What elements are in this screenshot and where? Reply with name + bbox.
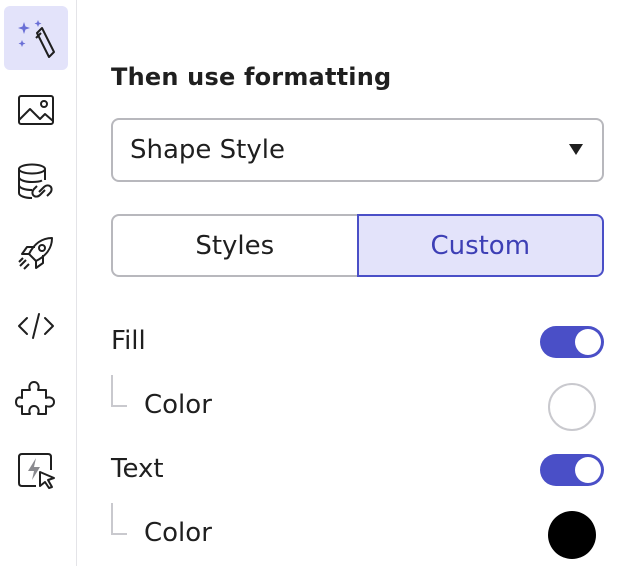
style-select-value: Shape Style (130, 135, 285, 165)
fill-color-swatch[interactable] (548, 383, 596, 431)
tree-connector (111, 503, 127, 535)
fill-label: Fill (111, 326, 146, 356)
sidebar-item-code[interactable] (4, 294, 68, 358)
segment-custom[interactable]: Custom (356, 214, 604, 277)
tree-connector (111, 375, 127, 407)
text-toggle[interactable] (540, 454, 604, 486)
magic-wand-icon (18, 20, 55, 58)
code-icon (18, 313, 54, 339)
sidebar-item-plugins[interactable] (4, 366, 68, 430)
style-select[interactable]: Shape Style (111, 118, 604, 182)
text-color-label: Color (144, 518, 212, 548)
rocket-icon (18, 237, 53, 270)
sidebar-item-image[interactable] (4, 78, 68, 142)
sidebar-item-data[interactable] (4, 150, 68, 214)
sidebar-item-magic[interactable] (4, 6, 68, 70)
puzzle-icon (15, 381, 55, 415)
text-color-swatch[interactable] (548, 511, 596, 559)
toggle-knob (575, 457, 601, 483)
caret-down-icon (569, 144, 583, 155)
fill-color-label: Color (144, 390, 212, 420)
segment-styles[interactable]: Styles (111, 214, 357, 277)
fill-toggle[interactable] (540, 326, 604, 358)
sidebar-item-actions[interactable] (4, 438, 68, 502)
style-mode-segmented-control: Styles Custom (111, 214, 604, 277)
section-title: Then use formatting (111, 63, 392, 91)
lightning-cursor-icon (18, 453, 55, 489)
text-label: Text (111, 454, 164, 484)
database-link-icon (18, 163, 53, 199)
toggle-knob (575, 329, 601, 355)
image-icon (18, 95, 54, 125)
formatting-panel: Then use formatting Shape Style Styles C… (111, 0, 604, 566)
sidebar (0, 0, 77, 566)
sidebar-item-launch[interactable] (4, 222, 68, 286)
